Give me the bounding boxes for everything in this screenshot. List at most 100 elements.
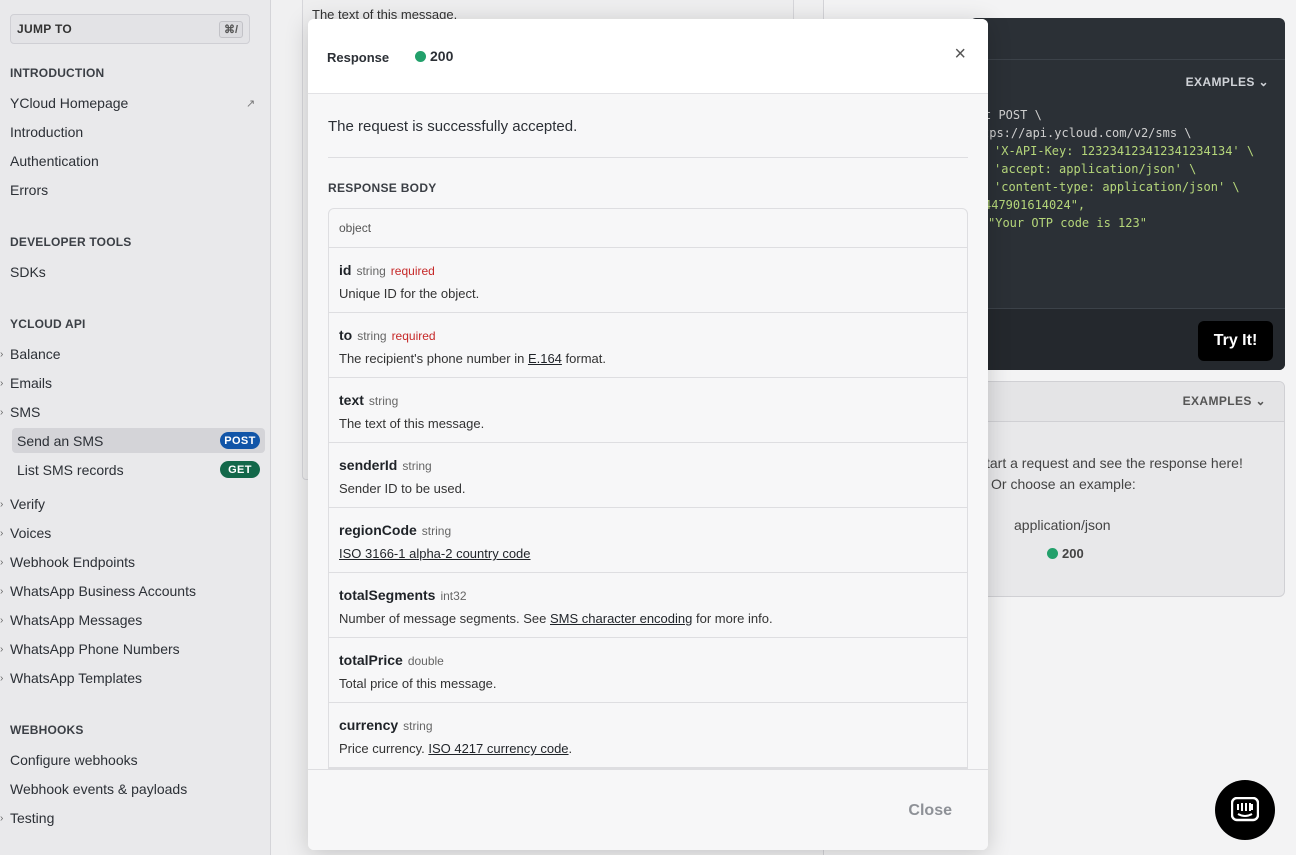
field-name: id (339, 262, 352, 278)
close-button[interactable]: Close (908, 802, 952, 820)
response-schema: object id string required Unique ID for th… (328, 208, 968, 769)
code-examples-dropdown[interactable]: EXAMPLES ⌄ (1186, 75, 1269, 89)
field-description: Sender ID to be used. (339, 481, 466, 496)
close-icon[interactable]: × (954, 43, 966, 66)
sidebar-item-whatsapp-phone-numbers[interactable]: WhatsApp Phone Numbers (10, 641, 180, 657)
response-hint-2: Or choose an example: (991, 476, 1136, 492)
required-label: required (390, 264, 435, 278)
sidebar-item-sdks[interactable]: SDKs (10, 264, 46, 280)
field-name: regionCode (339, 522, 417, 538)
code-panel-header (970, 18, 1285, 60)
code-panel-footer: Try It! (970, 308, 1285, 370)
field-name: to (339, 327, 353, 343)
chevron-right-icon: › (0, 528, 4, 539)
chevron-right-icon: › (0, 615, 4, 626)
required-label: required (391, 329, 436, 343)
section-developer-tools: DEVELOPER TOOLS (10, 235, 132, 249)
section-introduction: INTRODUCTION (10, 66, 105, 80)
try-it-button[interactable]: Try It! (1198, 321, 1273, 361)
section-ycloud-api: YCLOUD API (10, 317, 86, 331)
field-type: string (357, 329, 387, 343)
chevron-down-icon: › (0, 407, 4, 418)
code-sample-panel: EXAMPLES ⌄ t POST \ tps://api.ycloud.com/… (970, 18, 1285, 370)
chevron-right-icon: › (0, 378, 4, 389)
field-description: ISO 3166-1 alpha-2 country code (339, 546, 957, 561)
response-description: The request is successfully accepted. (328, 118, 578, 135)
response-examples-dropdown[interactable]: EXAMPLES ⌄ (1183, 394, 1266, 408)
field-row: text string The text of this message. (329, 378, 967, 443)
sidebar-item-voices[interactable]: Voices (10, 525, 51, 541)
response-body-heading: RESPONSE BODY (328, 181, 437, 195)
chevron-right-icon: › (0, 813, 4, 824)
field-row: currency string Price currency. ISO 4217 … (329, 703, 967, 768)
sidebar-item-configure-webhooks[interactable]: Configure webhooks (10, 752, 138, 768)
chat-launcher-button[interactable] (1215, 780, 1275, 840)
jump-to-label: JUMP TO (17, 22, 73, 36)
sidebar: JUMP TO ⌘/ INTRODUCTION YCloud Homepage … (0, 0, 271, 855)
sms-encoding-link[interactable]: SMS character encoding (550, 611, 692, 626)
status-dot-icon (415, 51, 426, 62)
chevron-right-icon: › (0, 557, 4, 568)
modal-footer: Close (308, 769, 988, 850)
sidebar-item-webhook-events[interactable]: Webhook events & payloads (10, 781, 187, 797)
field-name: text (339, 392, 364, 408)
response-example-type: application/json (1014, 517, 1111, 533)
field-row: to string required The recipient's phone n… (329, 313, 967, 378)
field-name: totalSegments (339, 587, 436, 603)
status-badge: 200 (415, 48, 453, 64)
jump-to-shortcut: ⌘/ (218, 20, 243, 38)
field-row: regionCode string ISO 3166-1 alpha-2 coun… (329, 508, 967, 573)
chevron-right-icon: › (0, 349, 4, 360)
code-sample: t POST \ tps://api.ycloud.com/v2/sms \ 'X-… (982, 108, 1255, 230)
field-description: Unique ID for the object. (339, 286, 480, 301)
field-row: id string required Unique ID for the objec… (329, 248, 967, 313)
modal-header: Response 200 × (308, 19, 988, 94)
chevron-right-icon: › (0, 644, 4, 655)
field-name: totalPrice (339, 652, 403, 668)
modal-title: Response (327, 50, 390, 65)
sidebar-item-balance[interactable]: Balance (10, 346, 61, 362)
field-name: currency (339, 717, 399, 733)
chevron-right-icon: › (0, 499, 4, 510)
sidebar-item-introduction[interactable]: Introduction (10, 124, 83, 140)
status-dot-icon (1047, 548, 1058, 559)
post-method-badge: POST (220, 432, 260, 449)
response-preview-panel: EXAMPLES ⌄ tart a request and see the re… (970, 381, 1285, 597)
field-description: The text of this message. (339, 416, 485, 431)
field-type: string (402, 459, 432, 473)
sidebar-item-whatsapp-business-accounts[interactable]: WhatsApp Business Accounts (10, 583, 196, 599)
response-hint: tart a request and see the response here… (986, 455, 1243, 471)
schema-type: object (329, 209, 967, 248)
divider (328, 157, 968, 158)
chevron-right-icon: › (0, 673, 4, 684)
response-example-200[interactable]: 200 (1047, 546, 1084, 561)
field-type: string (421, 524, 452, 538)
sidebar-item-whatsapp-templates[interactable]: WhatsApp Templates (10, 670, 142, 686)
field-description: The recipient's phone number in E.164 fo… (339, 351, 606, 366)
sidebar-item-authentication[interactable]: Authentication (10, 153, 99, 169)
response-modal: Response 200 × The request is successful… (308, 19, 988, 850)
sidebar-item-ycloud-homepage[interactable]: YCloud Homepage (10, 95, 128, 111)
field-row: totalPrice double Total price of this mes… (329, 638, 967, 703)
field-type: double (407, 654, 444, 668)
sidebar-item-testing[interactable]: Testing (10, 810, 54, 826)
sidebar-item-sms[interactable]: SMS (10, 404, 40, 420)
sidebar-item-emails[interactable]: Emails (10, 375, 52, 391)
field-row: totalSegments int32 Number of message seg… (329, 573, 967, 638)
jump-to-search[interactable]: JUMP TO ⌘/ (10, 14, 250, 44)
sidebar-item-verify[interactable]: Verify (10, 496, 45, 512)
response-preview-header: EXAMPLES ⌄ (971, 382, 1284, 422)
sidebar-item-webhook-endpoints[interactable]: Webhook Endpoints (10, 554, 135, 570)
iso-4217-link[interactable]: ISO 4217 currency code (428, 741, 568, 756)
field-type: int32 (440, 589, 467, 603)
sidebar-item-send-an-sms[interactable]: Send an SMS (17, 433, 103, 449)
sidebar-item-errors[interactable]: Errors (10, 182, 48, 198)
iso-3166-link[interactable]: ISO 3166-1 alpha-2 country code (339, 546, 531, 561)
field-type: string (368, 394, 399, 408)
field-description: Price currency. ISO 4217 currency code. (339, 741, 573, 756)
sidebar-item-whatsapp-messages[interactable]: WhatsApp Messages (10, 612, 142, 628)
e164-link[interactable]: E.164 (528, 351, 562, 366)
section-webhooks: WEBHOOKS (10, 723, 84, 737)
chevron-right-icon: › (0, 586, 4, 597)
sidebar-item-list-sms-records[interactable]: List SMS records (17, 462, 124, 478)
